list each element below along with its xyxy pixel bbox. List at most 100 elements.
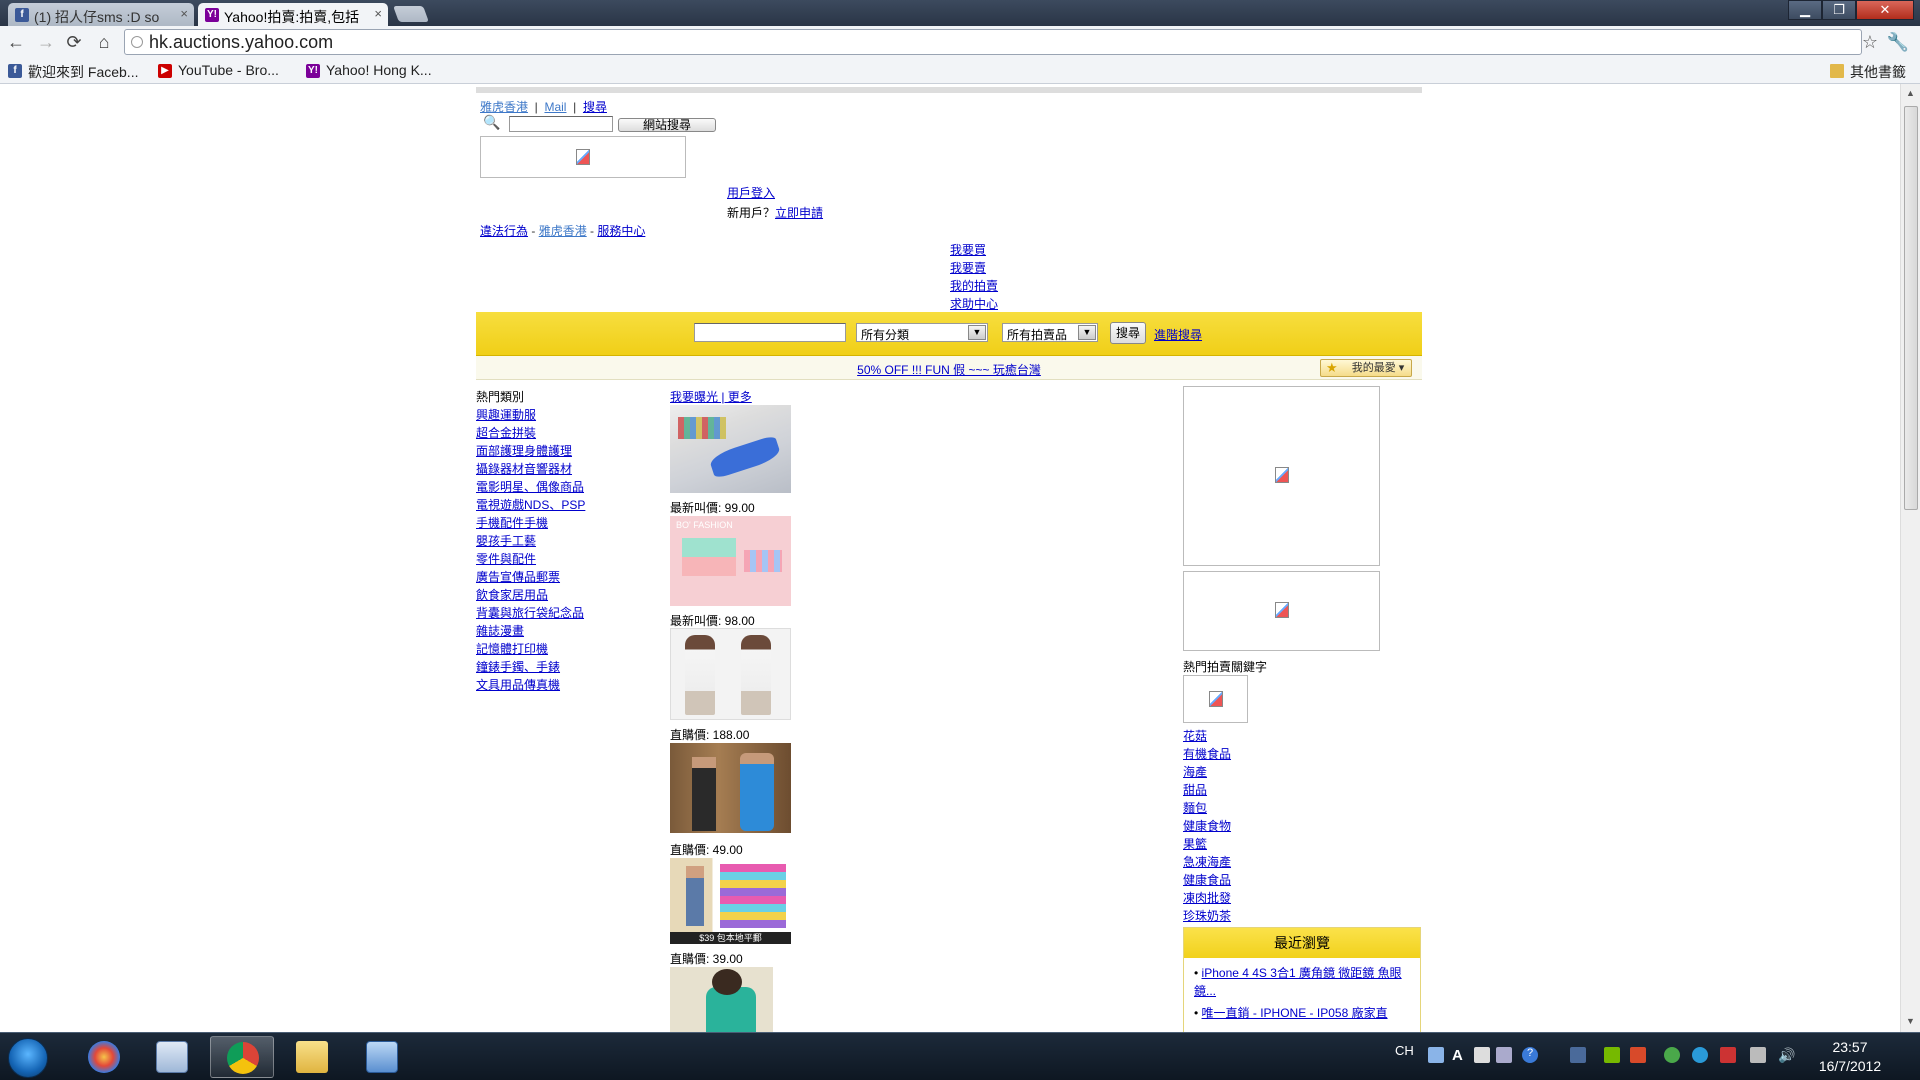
keyword-link[interactable]: 健康食物	[1183, 819, 1231, 833]
search-link[interactable]: 搜尋	[583, 100, 607, 114]
close-tab-icon[interactable]: ×	[180, 6, 188, 21]
service-center-link[interactable]: 服務中心	[597, 224, 645, 238]
keyword-link[interactable]: 有機食品	[1183, 747, 1231, 761]
promo-link[interactable]: 50% OFF !!! FUN 假 ~~~ 玩癒台灣	[857, 363, 1041, 377]
category-link[interactable]: 興趣運動服	[476, 408, 536, 422]
category-link[interactable]: 廣告宣傳品郵票	[476, 570, 560, 584]
taskbar-app-chrome[interactable]	[210, 1036, 274, 1078]
type-select[interactable]: 所有拍賣品 ▼	[1002, 323, 1098, 342]
new-tab-button[interactable]	[393, 6, 429, 22]
product-image[interactable]	[670, 967, 773, 1032]
category-link[interactable]: 嬰孩手工藝	[476, 534, 536, 548]
illegal-acts-link[interactable]: 違法行為	[480, 224, 528, 238]
security-icon[interactable]	[1630, 1047, 1646, 1063]
address-bar[interactable]: hk.auctions.yahoo.com	[124, 29, 1862, 55]
tab-facebook[interactable]: f (1) 招人仔sms :D so ×	[8, 3, 194, 26]
keyword-link[interactable]: 海產	[1183, 765, 1207, 779]
tab-yahoo-auctions[interactable]: Y! Yahoo!拍賣:拍賣,包括 ×	[198, 3, 388, 26]
nav-help[interactable]: 求助中心	[950, 297, 998, 311]
mail-link[interactable]: Mail	[544, 100, 566, 114]
auction-search-button[interactable]: 搜尋	[1110, 322, 1146, 344]
font-icon[interactable]: A	[1452, 1047, 1468, 1064]
category-link[interactable]: 電視遊戲NDS、PSP	[476, 498, 585, 512]
network-monitor-icon[interactable]	[1570, 1047, 1586, 1063]
category-link[interactable]: 手機配件手機	[476, 516, 548, 530]
close-window-button[interactable]: ✕	[1856, 0, 1914, 20]
yahoo-hk-link[interactable]: 雅虎香港	[480, 100, 528, 114]
volume-icon[interactable]: 🔊	[1778, 1047, 1795, 1063]
product-image[interactable]	[670, 405, 791, 493]
yahoo-hk-link[interactable]: 雅虎香港	[539, 224, 587, 238]
site-search-input[interactable]	[509, 116, 613, 132]
close-tab-icon[interactable]: ×	[374, 6, 382, 21]
reload-button[interactable]: ⟳	[62, 31, 86, 55]
keyword-link[interactable]: 急凍海產	[1183, 855, 1231, 869]
category-link[interactable]: 攝錄器材音響器材	[476, 462, 572, 476]
home-button[interactable]: ⌂	[92, 31, 116, 55]
keyword-link[interactable]: 麵包	[1183, 801, 1207, 815]
category-link[interactable]: 電影明星、偶像商品	[476, 480, 584, 494]
product-image[interactable]: BO' FASHION	[670, 516, 791, 606]
nav-sell[interactable]: 我要賣	[950, 261, 986, 275]
ime-icon[interactable]	[1428, 1047, 1444, 1063]
keyword-link[interactable]: 甜品	[1183, 783, 1207, 797]
category-link[interactable]: 文具用品傳真機	[476, 678, 560, 692]
login-link[interactable]: 用戶登入	[727, 186, 775, 200]
update-icon[interactable]	[1664, 1047, 1680, 1063]
auction-search-input[interactable]	[694, 323, 846, 342]
wrench-icon[interactable]: 🔧	[1886, 31, 1910, 55]
language-indicator[interactable]: CH	[1395, 1043, 1414, 1058]
my-favorites-button[interactable]: ★ 我的最愛 ▾	[1320, 359, 1412, 377]
category-link[interactable]: 雜誌漫畫	[476, 624, 524, 638]
other-bookmarks-folder[interactable]: 其他書籤	[1830, 62, 1906, 82]
register-link[interactable]: 立即申請	[775, 206, 823, 220]
minimize-button[interactable]: ▁	[1788, 0, 1822, 20]
bookmark-star-icon[interactable]: ☆	[1858, 31, 1882, 55]
product-image[interactable]	[670, 743, 791, 833]
notepad-icon[interactable]	[1474, 1047, 1490, 1063]
taskbar-app-explorer[interactable]	[280, 1036, 344, 1078]
site-search-button[interactable]: 網站搜尋	[618, 118, 716, 132]
keyword-link[interactable]: 珍珠奶茶	[1183, 909, 1231, 923]
bookmark-facebook[interactable]: f 歡迎來到 Faceb...	[8, 62, 138, 82]
clock[interactable]: 23:57 16/7/2012	[1810, 1038, 1890, 1076]
featured-more-link[interactable]: 我要曝光 | 更多	[670, 390, 752, 404]
advanced-search-link[interactable]: 進階搜尋	[1154, 328, 1202, 342]
category-link[interactable]: 背囊與旅行袋紀念品	[476, 606, 584, 620]
back-button[interactable]: ←	[4, 31, 28, 55]
category-link[interactable]: 鐘錶手鐲、手錶	[476, 660, 560, 674]
help-icon[interactable]: ?	[1522, 1047, 1538, 1063]
taskbar-app-remote[interactable]	[350, 1036, 414, 1078]
keyword-link[interactable]: 健康食品	[1183, 873, 1231, 887]
nav-my-auctions[interactable]: 我的拍賣	[950, 279, 998, 293]
forward-button[interactable]: →	[34, 31, 58, 55]
recent-item-link[interactable]: iPhone 4 4S 3合1 廣角鏡 微距鏡 魚眼鏡...	[1194, 966, 1402, 998]
keyword-link[interactable]: 凍肉批發	[1183, 891, 1231, 905]
category-link[interactable]: 面部護理身體護理	[476, 444, 572, 458]
category-link[interactable]: 記憶體打印機	[476, 642, 548, 656]
keyword-link[interactable]: 果籃	[1183, 837, 1207, 851]
scrollbar-thumb[interactable]	[1904, 106, 1918, 510]
product-image[interactable]	[670, 628, 791, 720]
product-image[interactable]: $39 包本地平郵	[670, 858, 791, 944]
category-link[interactable]: 零件與配件	[476, 552, 536, 566]
nvidia-icon[interactable]	[1604, 1047, 1620, 1063]
sync-icon[interactable]	[1692, 1047, 1708, 1063]
recent-item-link[interactable]: 唯一直銷 - IPHONE - IP058 廠家直	[1202, 1006, 1388, 1020]
scroll-down-arrow-icon[interactable]: ▼	[1906, 1016, 1915, 1026]
category-link[interactable]: 飲食家居用品	[476, 588, 548, 602]
bookmark-yahoo[interactable]: Y! Yahoo! Hong K...	[306, 62, 432, 78]
keyword-link[interactable]: 花菇	[1183, 729, 1207, 743]
scroll-up-arrow-icon[interactable]: ▲	[1906, 88, 1915, 98]
action-center-icon[interactable]	[1720, 1047, 1736, 1063]
network-icon[interactable]	[1750, 1047, 1766, 1063]
nav-buy[interactable]: 我要買	[950, 243, 986, 257]
taskbar-app-media[interactable]	[72, 1036, 136, 1078]
maximize-button[interactable]: ❐	[1822, 0, 1856, 20]
keyboard-icon[interactable]	[1496, 1047, 1512, 1063]
page-scrollbar[interactable]: ▲ ▼	[1900, 84, 1920, 1032]
start-button[interactable]	[8, 1038, 48, 1078]
bookmark-youtube[interactable]: ▶ YouTube - Bro...	[158, 62, 279, 78]
taskbar-app-notes[interactable]	[140, 1036, 204, 1078]
category-link[interactable]: 超合金拼裝	[476, 426, 536, 440]
